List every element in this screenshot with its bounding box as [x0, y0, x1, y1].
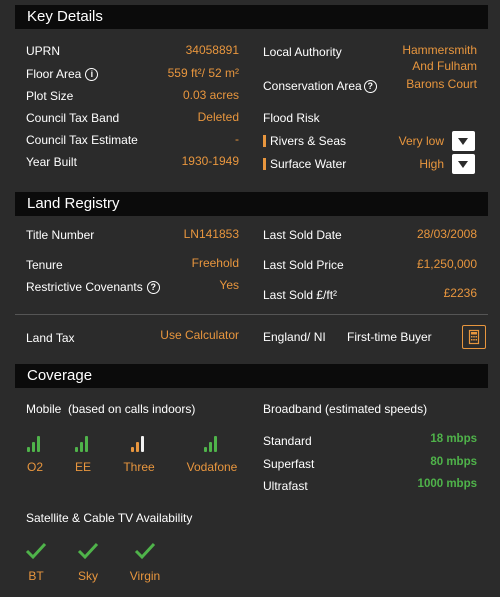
floor-area-value: 559 ft²/ 52 m²	[167, 66, 239, 80]
signal-bar	[141, 436, 144, 452]
info-icon[interactable]: i	[85, 68, 99, 82]
uprn-value: 34058891	[185, 43, 239, 57]
signal-icon	[131, 432, 151, 452]
operator-name: Three	[123, 460, 155, 474]
surface-water-marker	[263, 158, 266, 170]
operator-name: O2	[26, 460, 44, 474]
signal-bar	[27, 447, 30, 452]
tv-provider-name: BT	[28, 569, 44, 583]
council-tax-estimate-label: Council Tax Estimate	[26, 133, 138, 147]
last-sold-price-label: Last Sold Price	[263, 258, 344, 272]
signal-bar	[136, 442, 139, 452]
plot-size-label: Plot Size	[26, 89, 74, 103]
last-sold-sqft-label: Last Sold £/ft²	[263, 288, 338, 302]
local-authority-value-line1: Hammersmith	[402, 43, 477, 57]
rivers-seas-label: Rivers & Seas	[270, 134, 347, 148]
conservation-area-label: Conservation Area?	[263, 79, 377, 94]
broadband-superfast-speed: 80 mbps	[430, 456, 477, 468]
conservation-area-value: Barons Court	[406, 77, 477, 91]
uprn-label: UPRN	[26, 44, 61, 58]
broadband-ultrafast-speed: 1000 mbps	[417, 478, 477, 490]
checkmark-icon	[25, 542, 47, 560]
land-registry-header: Land Registry	[15, 192, 488, 216]
mobile-label: Mobile (based on calls indoors)	[26, 402, 196, 416]
signal-bar	[32, 442, 35, 452]
info-icon[interactable]: ?	[363, 80, 377, 94]
first-time-buyer-label: First-time Buyer	[347, 330, 432, 344]
tenure-label: Tenure	[26, 258, 63, 272]
restrictive-covenants-label-text: Restrictive Covenants	[26, 280, 143, 294]
rivers-seas-value: Very low	[398, 134, 444, 148]
signal-bar	[75, 447, 78, 452]
title-number-value: LN141853	[183, 227, 239, 241]
council-tax-band-value: Deleted	[197, 110, 239, 124]
last-sold-date-value: 28/03/2008	[416, 227, 477, 241]
council-tax-band-label: Council Tax Band	[26, 111, 120, 125]
last-sold-price-value: £1,250,000	[416, 257, 477, 271]
broadband-ultrafast-label: Ultrafast	[263, 479, 308, 493]
tv-provider-name: Virgin	[129, 569, 161, 583]
last-sold-sqft-value: £2236	[443, 286, 477, 300]
signal-bar	[214, 436, 217, 452]
section-divider	[15, 314, 488, 315]
restrictive-covenants-value: Yes	[219, 278, 239, 292]
surface-water-chevron-down-icon[interactable]	[452, 154, 475, 174]
signal-icon	[204, 432, 224, 452]
floor-area-label-text: Floor Area	[26, 67, 82, 81]
conservation-area-label-text: Conservation Area	[263, 79, 362, 93]
england-ni-label: England/ NI	[263, 330, 326, 344]
local-authority-value-line2: And Fulham	[412, 59, 477, 73]
signal-icon	[27, 432, 47, 452]
checkmark-icon	[134, 542, 156, 560]
flood-risk-label: Flood Risk	[263, 111, 320, 125]
broadband-standard-label: Standard	[263, 434, 312, 448]
last-sold-date-label: Last Sold Date	[263, 228, 342, 242]
local-authority-label: Local Authority	[263, 45, 342, 59]
signal-bar	[209, 442, 212, 452]
signal-bar	[85, 436, 88, 452]
broadband-superfast-label: Superfast	[263, 457, 315, 471]
coverage-header: Coverage	[15, 364, 488, 388]
council-tax-estimate-value: -	[235, 132, 239, 146]
calculator-icon	[468, 329, 480, 345]
surface-water-value: High	[419, 157, 444, 171]
plot-size-value: 0.03 acres	[182, 88, 239, 102]
signal-bar	[131, 447, 134, 452]
broadband-label: Broadband (estimated speeds)	[263, 402, 428, 416]
tv-provider-name: Sky	[77, 569, 99, 583]
year-built-label: Year Built	[26, 155, 77, 169]
operator-name: EE	[74, 460, 92, 474]
key-details-header: Key Details	[15, 5, 488, 29]
signal-bar	[204, 447, 207, 452]
title-number-label: Title Number	[26, 228, 95, 242]
signal-bar	[80, 442, 83, 452]
land-tax-calculator-link[interactable]: Use Calculator	[140, 328, 239, 342]
land-tax-label: Land Tax	[26, 331, 75, 345]
broadband-standard-speed: 18 mbps	[430, 433, 477, 445]
tv-availability-label: Satellite & Cable TV Availability	[26, 511, 193, 525]
checkmark-icon	[77, 542, 99, 560]
signal-icon	[75, 432, 95, 452]
calculator-button[interactable]	[462, 325, 486, 349]
rivers-seas-chevron-down-icon[interactable]	[452, 131, 475, 151]
year-built-value: 1930-1949	[181, 154, 239, 168]
signal-bar	[37, 436, 40, 452]
surface-water-label: Surface Water	[270, 157, 347, 171]
floor-area-label: Floor Area i	[26, 67, 99, 82]
tenure-value: Freehold	[191, 256, 239, 270]
rivers-seas-marker	[263, 135, 266, 147]
operator-name: Vodafone	[186, 460, 238, 474]
